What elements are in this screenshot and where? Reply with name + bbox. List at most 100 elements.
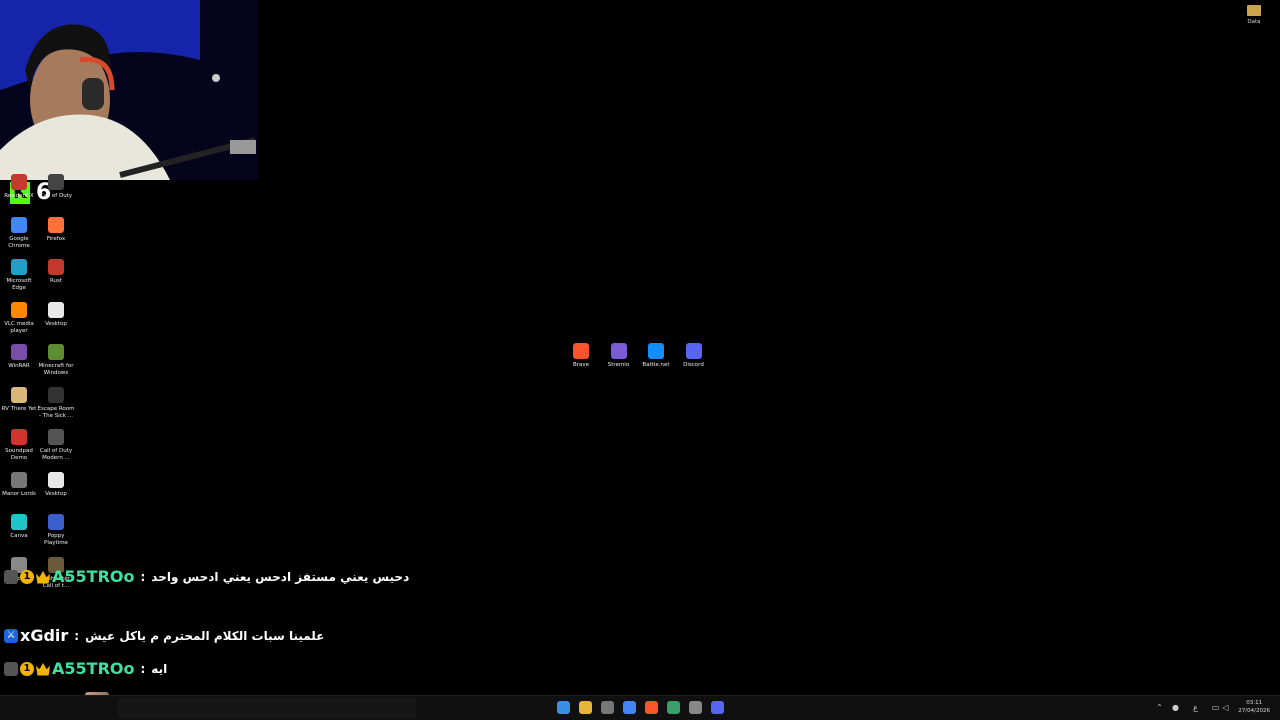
desktop-icon[interactable]: Firefox bbox=[37, 216, 75, 243]
chat-username[interactable]: xGdir bbox=[20, 626, 68, 645]
desktop-icon-label: Minecraft for Windows bbox=[38, 363, 74, 376]
microphone-icon[interactable]: ● bbox=[1171, 703, 1180, 712]
chrome-icon[interactable] bbox=[623, 701, 636, 714]
taskbar-clock[interactable]: 03:11 27/04/2026 bbox=[1238, 699, 1270, 715]
app-icon bbox=[11, 514, 27, 530]
desktop-icon[interactable]: Resident X bbox=[0, 174, 38, 200]
desktop-icon[interactable]: Rust bbox=[37, 259, 75, 285]
app-icon bbox=[48, 344, 64, 360]
desktop-icon[interactable]: Soundpad Demo bbox=[0, 429, 38, 462]
desktop-icon-label: Discord bbox=[683, 362, 704, 368]
chat-separator: : bbox=[74, 628, 80, 643]
desktop-icon[interactable]: Minecraft for Windows bbox=[37, 344, 75, 377]
app-icon bbox=[11, 259, 27, 275]
network-icon[interactable]: ▭ bbox=[1211, 703, 1220, 712]
app-icon bbox=[48, 429, 64, 445]
webcam-overlay bbox=[0, 0, 258, 180]
taskbar-search-area[interactable] bbox=[118, 698, 416, 718]
app-icon bbox=[11, 429, 27, 445]
app-icon bbox=[48, 259, 64, 275]
app-icon bbox=[48, 216, 64, 233]
desktop-icon-label: Call of Duty bbox=[39, 193, 73, 199]
app-icon bbox=[11, 216, 27, 233]
taskbar: ⌃ ● ع ▭ ◁ 03:11 27/04/2026 bbox=[0, 695, 1280, 720]
app-icon bbox=[11, 301, 27, 318]
app-icon bbox=[11, 386, 27, 403]
desktop-icon-label: Vesktop bbox=[45, 490, 67, 497]
folder-icon bbox=[1247, 5, 1261, 16]
chat-message: 1 A55TROo: ايه bbox=[4, 659, 167, 678]
app-icon bbox=[573, 343, 589, 359]
chevron-up-icon[interactable]: ⌃ bbox=[1155, 703, 1164, 712]
desktop-icon-label: Brave bbox=[572, 362, 590, 368]
app-icon bbox=[48, 174, 64, 190]
volume-icon[interactable]: ◁ bbox=[1221, 703, 1230, 712]
app-icon bbox=[610, 343, 627, 359]
crown-badge-icon bbox=[36, 570, 50, 584]
desktop-icon[interactable]: Microsoft Edge bbox=[0, 259, 38, 292]
app-icon[interactable] bbox=[667, 701, 680, 714]
desktop-icon[interactable]: Brave bbox=[562, 343, 600, 369]
chat-text: علمينا سبات الكلام المحترم م ياكل عيش bbox=[85, 628, 325, 643]
desktop-icon-label: Soundpad Demo bbox=[5, 448, 33, 461]
gift-badge-icon bbox=[4, 569, 18, 584]
desktop-icon-label: Battle.net bbox=[642, 362, 670, 368]
chat-username[interactable]: A55TROo bbox=[52, 567, 134, 586]
desktop-icon[interactable]: Call of Duty bbox=[37, 174, 75, 200]
desktop-icon[interactable]: Manor Lords bbox=[0, 471, 38, 498]
desktop-icon[interactable]: WinRAR bbox=[0, 344, 38, 370]
chat-separator: : bbox=[140, 569, 146, 584]
start-icon[interactable] bbox=[557, 701, 570, 714]
desktop-icon[interactable]: Poppy Playtime bbox=[37, 514, 75, 547]
moderator-badge-icon: ⚔ bbox=[4, 628, 18, 643]
app-icon bbox=[11, 174, 27, 190]
desktop-icon-label: Firefox bbox=[46, 235, 66, 242]
desktop-icon[interactable]: Battle.net bbox=[637, 343, 675, 369]
app-icon bbox=[11, 471, 27, 488]
chat-text: دحيس يعني مستفز ادحس يعني ادحس واحد bbox=[151, 569, 410, 584]
clock-date: 27/04/2026 bbox=[1238, 708, 1270, 714]
desktop-icon-label: Manor Lords bbox=[2, 490, 36, 497]
obs-icon[interactable] bbox=[689, 701, 702, 714]
desktop-icon[interactable]: Vesktop bbox=[37, 471, 75, 498]
app-icon bbox=[48, 514, 64, 530]
discord-icon[interactable] bbox=[711, 701, 724, 714]
desktop-icon-label: Poppy Playtime bbox=[44, 533, 68, 546]
desktop-icon[interactable]: RV There Yet bbox=[0, 386, 38, 413]
brave-icon[interactable] bbox=[645, 701, 658, 714]
chat-message: ⚔ xGdir: علمينا سبات الكلام المحترم م ياكل… bbox=[4, 626, 324, 645]
subscriber-badge: 1 bbox=[20, 661, 34, 676]
desktop-icon-data-folder[interactable]: Data bbox=[1242, 5, 1266, 25]
gift-badge-icon bbox=[4, 661, 18, 676]
chat-username[interactable]: A55TROo bbox=[52, 659, 134, 678]
subscriber-badge: 1 bbox=[20, 569, 34, 584]
desktop-icon[interactable]: Escape Room - The Sick ... bbox=[37, 386, 75, 420]
desktop-icon-label: Resident X bbox=[4, 193, 34, 199]
app-icon bbox=[11, 344, 27, 360]
desktop-icon-label: Microsoft Edge bbox=[6, 278, 32, 291]
desktop-icon[interactable]: Discord bbox=[675, 343, 713, 369]
app-icon bbox=[48, 301, 64, 318]
chat-text: ايه bbox=[151, 661, 168, 676]
language-indicator[interactable]: ع bbox=[1191, 703, 1200, 712]
desktop-icon[interactable]: Vesktop bbox=[37, 301, 75, 328]
desktop-icon[interactable]: Call of Duty Modern ... bbox=[37, 429, 75, 462]
crown-badge-icon bbox=[36, 662, 50, 676]
desktop-icon-label: RV There Yet bbox=[1, 405, 37, 412]
desktop-icon[interactable]: Canva bbox=[0, 514, 38, 540]
app-icon bbox=[685, 343, 702, 359]
app-icon bbox=[648, 343, 664, 359]
clock-time: 03:11 bbox=[1246, 700, 1263, 706]
desktop-icon[interactable]: VLC media player bbox=[0, 301, 38, 335]
chat-separator: : bbox=[140, 661, 146, 676]
desktop-icon[interactable]: Stremio bbox=[600, 343, 638, 369]
desktop-icon-label: Google Chrome bbox=[8, 235, 30, 249]
desktop-icon-label: Canva bbox=[10, 533, 28, 539]
desktop-icon[interactable]: Google Chrome bbox=[0, 216, 38, 250]
desktop-icon-label: Call of Duty Modern ... bbox=[39, 448, 73, 461]
chat-message: 1 A55TROo: دحيس يعني مستفز ادحس يعني ادحس … bbox=[4, 567, 409, 586]
desktop-icon-label: Data bbox=[1247, 19, 1261, 25]
store-icon[interactable] bbox=[601, 701, 614, 714]
desktop-icon-label: WinRAR bbox=[8, 363, 30, 369]
file-explorer-icon[interactable] bbox=[579, 701, 592, 714]
